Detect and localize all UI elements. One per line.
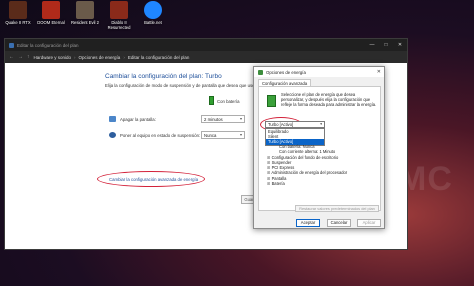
diablo-icon xyxy=(110,1,128,19)
power-options-dialog: Opciones de energía ✕ Configuración avan… xyxy=(253,66,385,229)
desktop-icon-resident-evil[interactable]: Resident Evil 2 xyxy=(68,1,102,25)
tree-item-text: Pantalla xyxy=(271,175,287,181)
resident-evil-icon xyxy=(76,1,94,19)
sleep-icon xyxy=(109,132,116,138)
doom-icon xyxy=(42,1,60,19)
power-options-icon xyxy=(258,69,263,75)
desktop-icon-doom[interactable]: DOOM Eternal xyxy=(34,1,68,25)
display-off-label: Apagar la pantalla: xyxy=(120,117,156,122)
breadcrumb-item[interactable]: Hardware y sonido xyxy=(34,55,72,60)
breadcrumb-item[interactable]: Opciones de energía xyxy=(79,55,121,60)
battlenet-icon xyxy=(144,1,162,19)
tree-item[interactable]: ⊞ Batería xyxy=(267,181,379,186)
sleep-label: Poner al equipo en estado de suspensión: xyxy=(120,133,201,138)
window-titlebar: Editar la configuración del plan — □ ✕ xyxy=(5,39,407,51)
advanced-settings-link[interactable]: Cambiar la configuración avanzada de ene… xyxy=(109,177,198,182)
sleep-select[interactable]: Nunca ▾ xyxy=(201,131,245,139)
cancel-button[interactable]: Cancelar xyxy=(327,219,351,227)
tree-item-text: Con batería: Nunca xyxy=(279,144,315,149)
forward-icon[interactable]: → xyxy=(18,54,23,60)
desktop-icon-battlenet[interactable]: Battle.net xyxy=(136,1,170,25)
up-icon[interactable]: ↑ xyxy=(27,54,30,60)
breadcrumb: Hardware y sonido › Opciones de energía … xyxy=(34,55,190,60)
dialog-panel: Seleccione el plan de energía que desea … xyxy=(258,86,381,212)
desktop-icon-label: Battle.net xyxy=(144,20,162,25)
maximize-button[interactable]: □ xyxy=(379,42,393,48)
plan-dropdown-list: Equilibrado Silent Turbo [Activo] xyxy=(265,128,325,146)
display-off-value: 2 minutos xyxy=(204,117,223,122)
page-subtitle: Elija la configuración de modo de suspen… xyxy=(105,83,276,88)
expand-icon[interactable]: ⊞ xyxy=(267,181,270,186)
monitor-icon xyxy=(109,116,116,122)
plan-select[interactable]: Turbo [Activo] ▾ xyxy=(265,121,325,128)
display-off-select[interactable]: 2 minutos ▾ xyxy=(201,115,245,123)
page-title: Cambiar la configuración del plan: Turbo xyxy=(105,73,222,80)
dialog-title: Opciones de energía xyxy=(266,69,306,75)
tree-item-text: PCI Express xyxy=(271,165,295,171)
expand-icon[interactable]: ⊞ xyxy=(267,170,270,175)
desktop-icon-diablo[interactable]: Diablo II Resurrected xyxy=(102,1,136,30)
tree-item-text: Administración de energía del procesador xyxy=(271,170,348,176)
minimize-button[interactable]: — xyxy=(365,42,379,48)
control-panel-icon xyxy=(9,42,14,48)
window-title: Editar la configuración del plan xyxy=(17,42,79,48)
dialog-close-button[interactable]: ✕ xyxy=(377,69,381,75)
expand-icon[interactable]: ⊞ xyxy=(267,165,270,170)
expand-icon[interactable]: ⊞ xyxy=(267,176,270,181)
expand-icon[interactable]: ⊞ xyxy=(267,155,270,160)
chevron-down-icon: ▾ xyxy=(239,116,242,121)
sleep-value: Nunca xyxy=(204,133,217,138)
tree-item-text: Suspender xyxy=(271,159,292,165)
chevron-down-icon: ▾ xyxy=(320,122,322,126)
battery-icon xyxy=(209,96,214,105)
quake-icon xyxy=(9,1,27,19)
tree-item-text: Con corriente alterna: 1 Minuto xyxy=(279,149,336,155)
apply-button[interactable]: Aplicar xyxy=(357,219,381,227)
dialog-titlebar: Opciones de energía ✕ xyxy=(254,67,384,77)
dialog-description: Seleccione el plan de energía que desea … xyxy=(281,92,377,107)
desktop-icon-quake[interactable]: Quake II RTX xyxy=(1,1,35,25)
restore-defaults-button[interactable]: Restaurar valores predeterminados del pl… xyxy=(295,205,379,212)
address-bar: ← → ↑ Hardware y sonido › Opciones de en… xyxy=(5,51,407,63)
breadcrumb-separator: › xyxy=(123,54,125,60)
desktop-icon-label: Resident Evil 2 xyxy=(71,20,99,25)
close-button[interactable]: ✕ xyxy=(393,42,407,48)
battery-column-label: Con batería xyxy=(217,99,240,104)
desktop-icon-label: DOOM Eternal xyxy=(37,20,65,25)
battery-plan-icon xyxy=(267,95,276,107)
expand-icon[interactable]: ⊞ xyxy=(267,160,270,165)
breadcrumb-item[interactable]: Editar la configuración del plan xyxy=(128,55,190,60)
tree-item-text: Configuración del fondo de escritorio xyxy=(271,154,339,160)
settings-tree: Con batería: Nunca Con corriente alterna… xyxy=(267,144,379,186)
breadcrumb-separator: › xyxy=(74,54,76,60)
desktop-icon-label: Diablo II Resurrected xyxy=(107,20,131,30)
tree-item-text: Batería xyxy=(271,181,285,187)
ok-button[interactable]: Aceptar xyxy=(296,219,320,227)
plan-select-value: Turbo [Activo] xyxy=(268,122,294,127)
chevron-down-icon: ▾ xyxy=(239,132,242,137)
back-icon[interactable]: ← xyxy=(9,54,14,60)
desktop-icon-label: Quake II RTX xyxy=(5,20,31,25)
